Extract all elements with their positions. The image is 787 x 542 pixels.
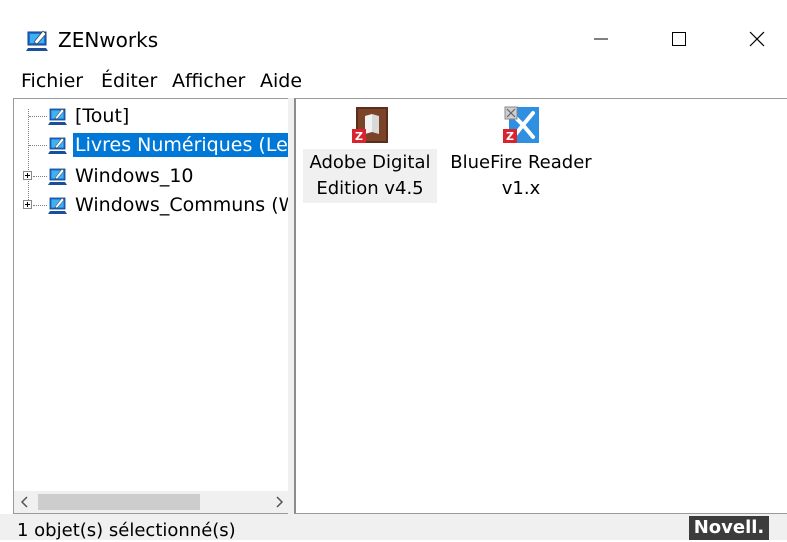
zenworks-folder-icon — [48, 108, 67, 125]
expand-plus-icon[interactable] — [23, 171, 32, 180]
app-label-line: Adobe Digital — [309, 152, 431, 173]
tree-item-windows-communs[interactable]: Windows_Communs (W — [14, 192, 290, 218]
close-icon — [749, 31, 765, 47]
status-bar: 1 objet(s) sélectionné(s) Novell. — [0, 514, 787, 541]
maximize-icon — [672, 32, 686, 46]
tree-item-label: Windows_Communs (W — [75, 194, 291, 216]
menu-bar: Fichier Éditer Afficher Aide — [0, 66, 787, 96]
app-label-line: BlueFire Reader — [450, 152, 592, 173]
zenworks-app-icon — [26, 30, 48, 51]
tree-connector — [33, 176, 47, 177]
tree-pane[interactable]: [Tout] Livres Numériques (Lect Windows_1… — [13, 98, 291, 514]
menu-fichier[interactable]: Fichier — [21, 69, 83, 93]
minimize-icon — [594, 38, 608, 40]
tree-connector — [29, 116, 47, 117]
zenworks-folder-icon — [48, 137, 67, 154]
maximize-button[interactable] — [650, 14, 708, 64]
tree-item-tout[interactable]: [Tout] — [14, 103, 290, 129]
scroll-right-button[interactable] — [268, 491, 290, 513]
svg-text:Z: Z — [506, 130, 514, 143]
app-label-line: Edition v4.5 — [316, 178, 424, 199]
zenworks-folder-icon — [48, 168, 67, 185]
menu-aide[interactable]: Aide — [260, 69, 302, 93]
adobe-digital-editions-icon: Z — [352, 107, 388, 143]
close-button[interactable] — [728, 14, 786, 64]
tree-connector — [29, 145, 47, 146]
expand-plus-icon[interactable] — [23, 200, 32, 209]
resize-grip[interactable] — [770, 517, 784, 539]
window-title: ZENworks — [58, 28, 159, 52]
tree-item-label: Livres Numériques (Lect — [73, 133, 290, 157]
app-adobe-digital-edition[interactable]: Z Adobe Digital Edition v4.5 — [303, 105, 437, 203]
title-bar[interactable]: ZENworks — [0, 0, 787, 64]
chevron-left-icon — [20, 496, 28, 508]
tree-item-livres-numeriques[interactable]: Livres Numériques (Lect — [14, 132, 290, 158]
minimize-button[interactable] — [572, 14, 630, 64]
horizontal-scrollbar[interactable] — [14, 491, 290, 513]
zenworks-folder-icon — [48, 197, 67, 214]
app-label-line: v1.x — [501, 178, 541, 199]
app-bluefire-reader[interactable]: Z BlueFire Reader v1.x — [446, 105, 596, 203]
app-label: Adobe Digital Edition v4.5 — [303, 149, 437, 203]
app-label: BlueFire Reader v1.x — [446, 149, 596, 203]
application-list-pane[interactable]: Z Adobe Digital Edition v4.5 Z BlueFire … — [294, 98, 787, 514]
tree-item-windows-10[interactable]: Windows_10 — [14, 163, 290, 189]
svg-text:Z: Z — [355, 130, 363, 143]
scroll-thumb[interactable] — [38, 494, 200, 510]
menu-afficher[interactable]: Afficher — [172, 69, 245, 93]
bluefire-reader-icon: Z — [503, 106, 539, 143]
tree-item-label: Windows_10 — [75, 165, 194, 187]
novell-logo: Novell. — [689, 516, 769, 540]
chevron-right-icon — [276, 496, 284, 508]
tree-connector — [33, 205, 47, 206]
tree-item-label: [Tout] — [75, 105, 130, 127]
status-text: 1 objet(s) sélectionné(s) — [17, 520, 236, 541]
scroll-left-button[interactable] — [14, 491, 36, 513]
menu-editer[interactable]: Éditer — [101, 69, 157, 93]
